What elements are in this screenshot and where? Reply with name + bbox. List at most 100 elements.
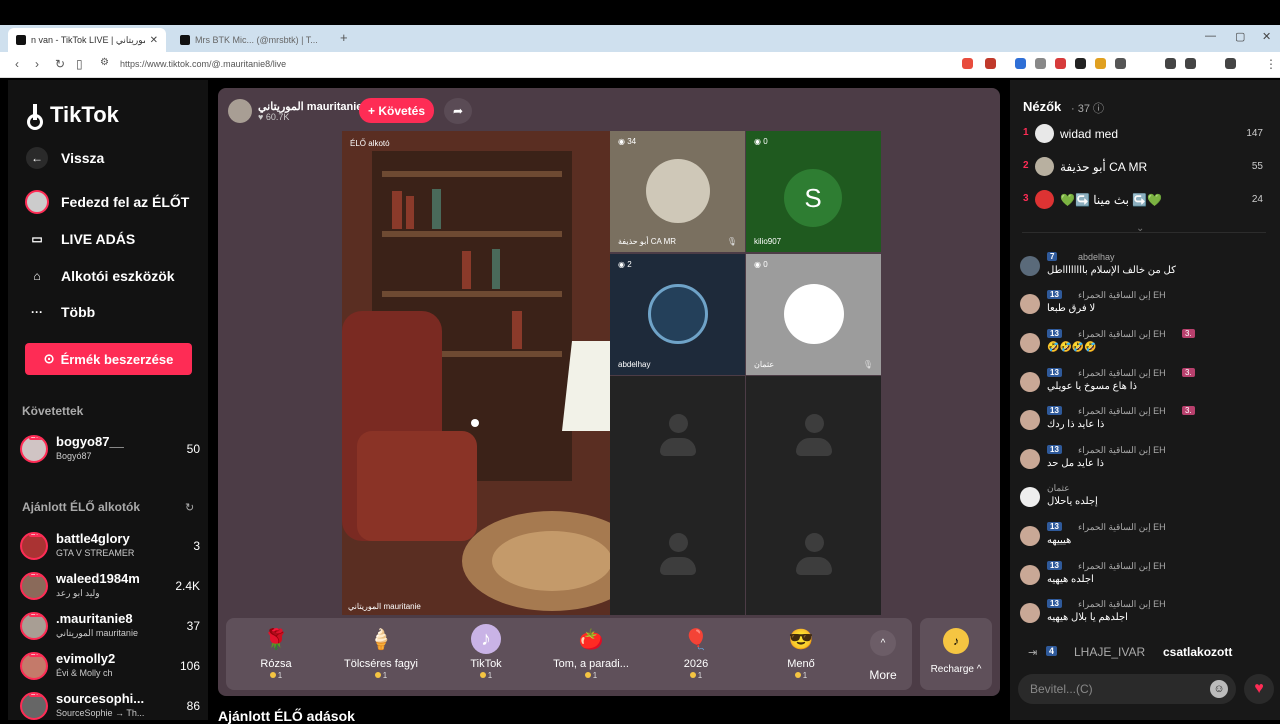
more-dots-icon: ··· [31,305,43,319]
url-field[interactable]: https://www.tiktok.com/@.mauritanie8/liv… [120,59,286,69]
recharge-button[interactable]: ♪ Recharge ^ [920,618,992,690]
empty-guest-slot[interactable] [746,376,881,497]
extension-icon[interactable] [1225,58,1236,69]
extension-icon[interactable] [985,58,996,69]
chat-username[interactable]: إبن الساقية الحمراء EH [1078,406,1166,417]
empty-guest-slot[interactable] [610,497,745,615]
chat-username[interactable]: إبن الساقية الحمراء EH [1078,329,1166,340]
price-value: 1 [487,671,493,680]
extension-icon[interactable] [1075,58,1086,69]
nav-creator-tools[interactable]: ⌂ Alkotói eszközök [25,264,174,288]
empty-guest-slot[interactable] [610,376,745,497]
nav-more[interactable]: ··· Több [25,300,95,324]
top-viewer-row[interactable]: 3 💚↪️ بث مينا ↪️💚 24 [1023,189,1263,213]
chat-username[interactable]: عثمان [1047,483,1070,494]
bookmark-icon[interactable]: ▯ [76,57,83,71]
top-viewer-row[interactable]: 1 widad med 147 [1023,123,1263,147]
back-button[interactable]: ← Vissza [25,146,104,170]
host-video[interactable]: ÉLŐ alkotó الموريتاني mauritanie [342,131,610,615]
chat-text: إجلده ياحلال [1047,496,1098,507]
followed-creator[interactable]: LIVE bogyo87__ Bogyó87 50 [20,433,200,467]
extension-icon[interactable] [962,58,973,69]
score-value: 34 [627,137,637,146]
coin-icon [794,672,801,678]
gift-2026[interactable]: 🎈 2026 1 [646,624,746,681]
recommended-creator[interactable]: LIVE .mauritanie8 الموريتاني mauritanie … [20,610,200,644]
recommended-creator[interactable]: LIVE battle4glory GTA V STREAMER 3 [20,530,200,564]
close-tab-icon[interactable]: ✕ [150,35,158,46]
gift-price: 1 [226,671,326,680]
room-scene-image [342,131,610,615]
menu-icon[interactable]: ⋮ [1265,57,1277,71]
chat-input[interactable] [1030,680,1200,698]
gift-rose[interactable]: 🌹 Rózsa 1 [226,624,326,681]
nav-explore-live[interactable]: Fedezd fel az ÉLŐT [25,190,189,214]
empty-guest-slot[interactable] [746,497,881,615]
chat-username[interactable]: إبن الساقية الحمراء EH [1078,445,1166,456]
join-username[interactable]: LHAJE_IVAR [1074,645,1145,659]
extension-icon[interactable] [1115,58,1126,69]
refresh-icon[interactable]: ↻ [185,501,194,514]
get-coins-button[interactable]: ⊙ Érmék beszerzése [25,343,192,375]
recommended-creator[interactable]: LIVE evimolly2 Évi & Molly ch 106 [20,650,200,684]
sidebar-icon[interactable] [1185,58,1196,69]
viewers-count: · 37 ⓘ [1071,100,1104,116]
fan-badge: 3. [1182,406,1195,415]
site-settings-icon[interactable]: ⚙ [100,57,109,68]
close-window-icon[interactable]: ✕ [1262,30,1271,43]
nav-live-studio[interactable]: ▭ LIVE ADÁS [25,227,135,251]
extension-icon[interactable] [1095,58,1106,69]
live-badge: LIVE [29,692,45,697]
chat-username[interactable]: إبن الساقية الحمراء EH [1078,368,1166,379]
reload-icon[interactable]: ↻ [55,57,65,71]
guest-tile[interactable]: ◉ 2 abdelhay [610,254,745,375]
guest-tile[interactable]: ◉ 0 عثمان 🎙 [746,254,881,375]
maximize-icon[interactable]: ▢ [1235,30,1245,43]
guest-tile[interactable]: S ◉ 0 kilio907 [746,131,881,252]
chat-message: 13 إبن الساقية الحمراء EH هيييهه [1020,522,1270,558]
follow-button[interactable]: + Követés [359,98,434,123]
level-badge: 13 [1047,599,1062,608]
chat-username[interactable]: إبن الساقية الحمراء EH [1078,561,1166,572]
gift-tiktok[interactable]: ♪ TikTok 1 [436,624,536,680]
chat-message: 13 إبن الساقية الحمراء EH ذا عايد مل حد [1020,445,1270,481]
chat-username[interactable]: إبن الساقية الحمراء EH [1078,290,1166,301]
empty-seat-icon [658,413,698,460]
host-avatar[interactable] [228,99,252,123]
coin-icon [374,672,381,678]
host-likes: ♥ 60.7K [258,112,289,122]
new-tab-icon[interactable]: + [340,30,348,45]
video-owner-name: الموريتاني mauritanie [348,602,421,611]
extension-icon[interactable] [1055,58,1066,69]
browser-tab-second[interactable]: Mrs BTK Mic... (@mrsbtk) | T... [172,28,334,52]
tiktok-logo[interactable]: TikTok [27,102,119,130]
more-gifts-button[interactable]: ^ More [858,624,908,682]
gift-cool[interactable]: 😎 Menő 1 [751,624,851,681]
gift-ice-cream[interactable]: 🍦 Tölcséres fagyi 1 [331,624,431,681]
forward-arrow-icon[interactable]: › [35,57,39,71]
emoji-icon[interactable]: ☺ [1210,680,1228,698]
like-heart-button[interactable]: ♥ [1244,674,1274,704]
browser-tab-active[interactable]: n van - TikTok LIVE | الموريتاني ✕ [8,28,166,52]
guest-tile[interactable]: ◉ 34 أبو حذيفة CA MR 🎙 [610,131,745,252]
recommended-creator[interactable]: LIVE waleed1984m وليد ابو رعد 2.4K [20,570,200,604]
extension-icon[interactable] [1165,58,1176,69]
extension-icon[interactable] [1015,58,1026,69]
viewer-name: widad med [1060,127,1119,141]
chat-username[interactable]: إبن الساقية الحمراء EH [1078,599,1166,610]
chevron-up-icon: ^ [870,630,896,656]
chat-username[interactable]: إبن الساقية الحمراء EH [1078,522,1166,533]
extension-icon[interactable] [1035,58,1046,69]
info-icon[interactable]: ⓘ [1093,103,1104,115]
chat-text: كل من خالف الإسلام بااااااااطل [1047,265,1176,276]
gift-tom[interactable]: 🍅 Tom, a paradi... 1 [541,624,641,681]
back-arrow-icon[interactable]: ‹ [15,57,19,71]
gift-price: 1 [751,671,851,680]
top-viewer-row[interactable]: 2 أبو حذيفة CA MR 55 [1023,156,1263,180]
recommended-creator[interactable]: LIVE sourcesophi... SourceSophie → Th...… [20,690,200,724]
level-badge: 13 [1047,368,1062,377]
minimize-icon[interactable]: — [1205,30,1216,42]
share-button[interactable]: ➦ [444,98,472,124]
chat-message: 7 abdelhay كل من خالف الإسلام بااااااااط… [1020,252,1270,288]
chat-username[interactable]: abdelhay [1078,252,1115,262]
